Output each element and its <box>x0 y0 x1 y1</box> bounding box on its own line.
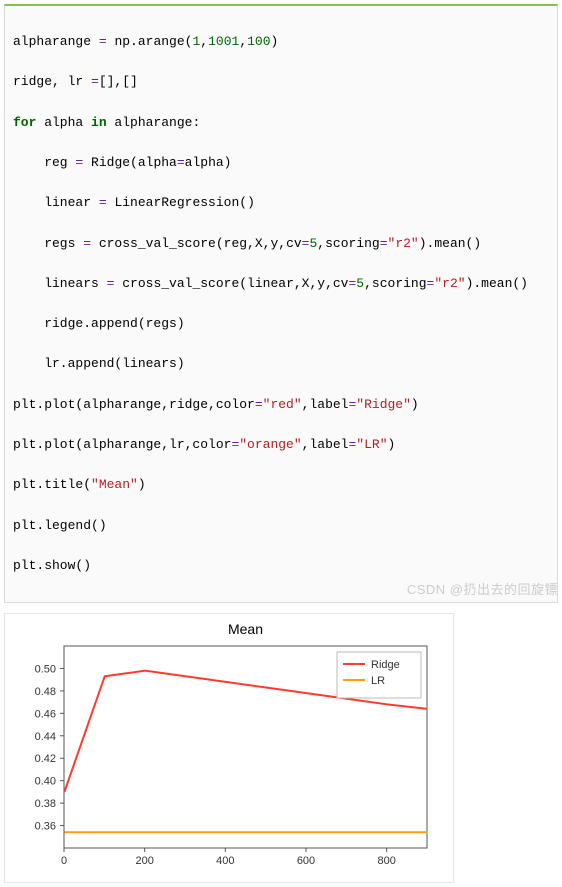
svg-text:LR: LR <box>371 675 385 687</box>
code-token: ).mean() <box>466 276 528 291</box>
svg-text:0.50: 0.50 <box>35 664 56 676</box>
number: 1 <box>192 34 200 49</box>
keyword: in <box>91 115 107 130</box>
svg-text:600: 600 <box>297 855 315 867</box>
svg-text:0.40: 0.40 <box>35 776 56 788</box>
code-line: linear = LinearRegression() <box>13 193 549 213</box>
operator: = <box>255 397 263 412</box>
string: "Mean" <box>91 477 138 492</box>
code-token: plt.plot(alpharange,lr,color <box>13 437 231 452</box>
code-token: ridge, lr <box>13 74 91 89</box>
svg-text:400: 400 <box>216 855 234 867</box>
code-token: LinearRegression() <box>107 195 255 210</box>
code-token: reg <box>13 155 75 170</box>
svg-text:0: 0 <box>61 855 67 867</box>
svg-text:0.46: 0.46 <box>35 708 56 720</box>
code-token: cross_val_score(reg,X,y,cv <box>91 236 302 251</box>
code-token: [],[] <box>99 74 138 89</box>
string: "r2" <box>388 236 419 251</box>
operator: = <box>177 155 185 170</box>
code-token: alpha <box>36 115 91 130</box>
code-token: ).mean() <box>419 236 481 251</box>
code-line: lr.append(linears) <box>13 354 549 374</box>
svg-text:0.48: 0.48 <box>35 686 56 698</box>
code-token: ) <box>411 397 419 412</box>
code-token: alpharange <box>13 34 99 49</box>
code-line: plt.title("Mean") <box>13 475 549 495</box>
code-token: cross_val_score(linear,X,y,cv <box>114 276 348 291</box>
svg-text:0.38: 0.38 <box>35 798 56 810</box>
operator: = <box>83 236 91 251</box>
svg-text:0.36: 0.36 <box>35 821 56 833</box>
code-line: reg = Ridge(alpha=alpha) <box>13 153 549 173</box>
code-line: ridge.append(regs) <box>13 314 549 334</box>
keyword: for <box>13 115 36 130</box>
code-token: ,scoring <box>317 236 379 251</box>
code-line: plt.show() <box>13 556 549 576</box>
code-line: alpharange = np.arange(1,1001,100) <box>13 32 549 52</box>
operator: = <box>380 236 388 251</box>
string: "orange" <box>239 437 301 452</box>
string: "LR" <box>356 437 387 452</box>
code-token: plt.plot(alpharange,ridge,color <box>13 397 255 412</box>
code-token: plt.title( <box>13 477 91 492</box>
code-token: alpha) <box>185 155 232 170</box>
code-line: ridge, lr =[],[] <box>13 72 549 92</box>
code-line: linears = cross_val_score(linear,X,y,cv=… <box>13 274 549 294</box>
code-token: regs <box>13 236 83 251</box>
number: 5 <box>356 276 364 291</box>
svg-text:Ridge: Ridge <box>371 659 400 671</box>
svg-text:0.42: 0.42 <box>35 753 56 765</box>
code-token: ) <box>271 34 279 49</box>
number: 100 <box>247 34 270 49</box>
code-line: for alpha in alpharange: <box>13 113 549 133</box>
code-token: np.arange( <box>107 34 193 49</box>
code-cell: alpharange = np.arange(1,1001,100) ridge… <box>4 4 558 603</box>
code-line: regs = cross_val_score(reg,X,y,cv=5,scor… <box>13 234 549 254</box>
chart-svg: Mean 0.36 0.38 0.40 0.42 0.44 0.46 0.48 0.50 0 200… <box>9 618 439 878</box>
code-token: ,label <box>302 397 349 412</box>
code-token: ) <box>138 477 146 492</box>
code-token: Ridge(alpha <box>83 155 177 170</box>
code-line: plt.legend() <box>13 516 549 536</box>
string: "red" <box>263 397 302 412</box>
svg-text:0.44: 0.44 <box>35 731 56 743</box>
code-token: ,label <box>302 437 349 452</box>
svg-text:800: 800 <box>377 855 395 867</box>
code-line: plt.plot(alpharange,lr,color="orange",la… <box>13 435 549 455</box>
string: "Ridge" <box>356 397 411 412</box>
svg-text:Mean: Mean <box>228 621 263 637</box>
operator: = <box>99 195 107 210</box>
number: 1001 <box>208 34 239 49</box>
watermark: CSDN @扔出去的回旋镖 <box>407 579 558 598</box>
code-token: linears <box>13 276 107 291</box>
svg-text:200: 200 <box>135 855 153 867</box>
code-token: alpharange: <box>107 115 201 130</box>
string: "r2" <box>434 276 465 291</box>
chart-output: Mean 0.36 0.38 0.40 0.42 0.44 0.46 0.48 0.50 0 200… <box>4 613 454 883</box>
operator: = <box>91 74 99 89</box>
code-line: plt.plot(alpharange,ridge,color="red",la… <box>13 395 549 415</box>
operator: = <box>99 34 107 49</box>
code-token: linear <box>13 195 99 210</box>
code-token: ,scoring <box>364 276 426 291</box>
code-token: ) <box>388 437 396 452</box>
